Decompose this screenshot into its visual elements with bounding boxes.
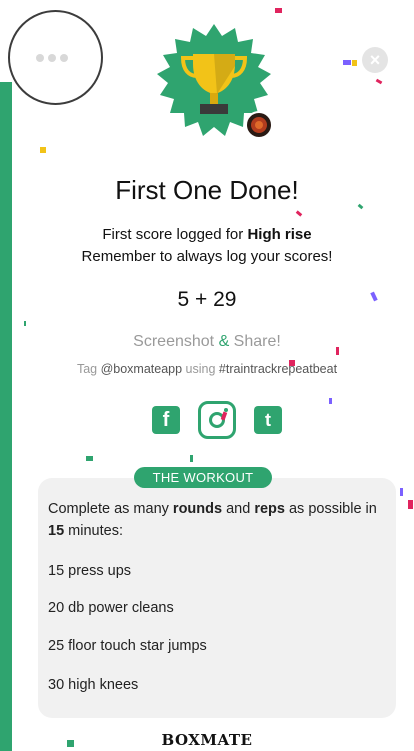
subtitle-prefix: First score logged for: [102, 226, 248, 243]
confetti-piece: [408, 500, 413, 509]
club-logo-icon: [245, 111, 273, 139]
close-icon: ×: [369, 49, 381, 70]
confetti-piece: [86, 456, 93, 461]
workout-item: 15 press ups: [48, 563, 132, 579]
workout-name: High rise: [247, 226, 312, 243]
page-title: First One Done!: [115, 175, 299, 205]
confetti-piece: [67, 740, 74, 747]
confetti-piece: [352, 60, 357, 66]
confetti-piece: [343, 60, 351, 65]
hashtag: #traintrackrepeatbeat: [218, 362, 338, 376]
twitter-icon[interactable]: t: [254, 406, 282, 434]
close-button[interactable]: ×: [362, 47, 388, 73]
workout-description: Complete as many rounds and reps as poss…: [48, 501, 377, 539]
confetti-piece: [24, 321, 26, 326]
subtitle: First score logged for High rise Remembe…: [0, 224, 414, 268]
more-dots-icon[interactable]: [36, 50, 76, 66]
confetti-piece: [329, 398, 332, 404]
confetti-piece: [275, 8, 282, 13]
subtitle-reminder: Remember to always log your scores!: [81, 248, 333, 265]
confetti-piece: [190, 455, 193, 462]
facebook-icon[interactable]: f: [152, 406, 180, 434]
workout-item: 25 floor touch star jumps: [48, 638, 207, 654]
confetti-piece: [40, 147, 46, 153]
confetti-piece: [336, 347, 339, 355]
instagram-icon[interactable]: [198, 401, 236, 439]
score: 5 + 29: [177, 288, 237, 311]
social-share-buttons: f t: [152, 400, 282, 440]
brand-logo: BOXMATE: [161, 731, 253, 749]
share-label: Screenshot & Share!: [133, 333, 281, 350]
workout-item: 30 high knees: [48, 677, 139, 693]
confetti-piece: [289, 360, 295, 366]
achievement-badge: [157, 24, 273, 139]
confetti-piece: [295, 210, 303, 217]
workout-pill: THE WORKOUT: [134, 467, 272, 488]
confetti-piece: [400, 488, 403, 496]
workout-item: 20 db power cleans: [48, 600, 174, 616]
share-tagline: Tag @boxmateapp using #traintrackrepeatb…: [76, 362, 338, 376]
confetti-piece: [375, 78, 383, 85]
handle: @boxmateapp: [100, 362, 183, 376]
